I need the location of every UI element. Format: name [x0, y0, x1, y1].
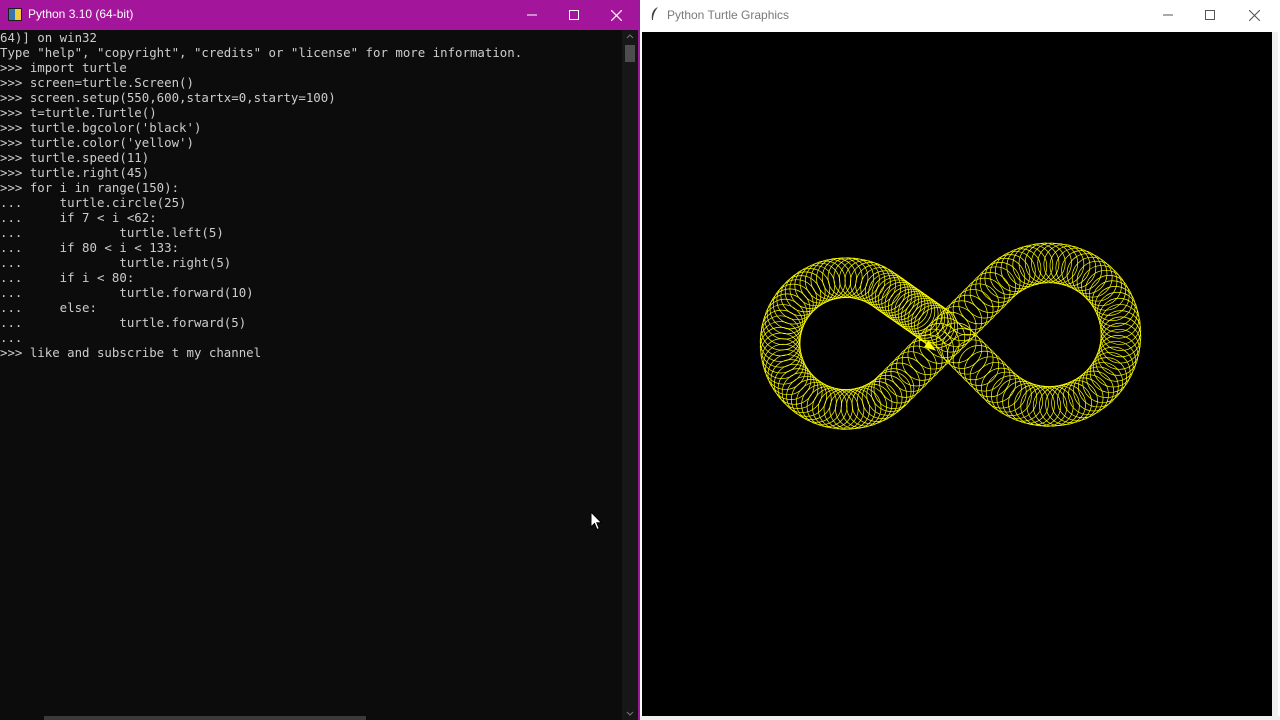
console-line: ... turtle.forward(5) [0, 315, 247, 330]
horizontal-scrollbar-thumb[interactable] [44, 716, 366, 720]
turtle-circle-stroke [896, 345, 937, 387]
turtle-scrollbar[interactable] [1272, 32, 1278, 716]
turtle-minimize-button[interactable] [1146, 0, 1190, 30]
console-line: >>> screen.setup(550,600,startx=0,starty… [0, 90, 336, 105]
turtle-circle-stroke [855, 264, 896, 306]
maximize-icon [1205, 10, 1215, 20]
minimize-icon [1163, 14, 1173, 16]
scrollbar-thumb[interactable] [625, 45, 635, 62]
turtle-title: Python Turtle Graphics [667, 8, 790, 22]
console-line: ... if 80 < i < 133: [0, 240, 180, 255]
console-scrollbar[interactable] [622, 30, 638, 720]
console-titlebar[interactable]: Python 3.10 (64-bit) [0, 0, 638, 30]
console-line: >>> for i in range(150): [0, 180, 180, 195]
console-line: >>> t=turtle.Turtle() [0, 105, 157, 120]
turtle-bottom-border [640, 716, 1280, 720]
chevron-down-icon[interactable] [625, 708, 635, 718]
console-line: Type "help", "copyright", "credits" or "… [0, 45, 523, 60]
close-icon [610, 9, 622, 21]
console-line: >>> turtle.right(45) [0, 165, 150, 180]
turtle-circle-stroke [985, 371, 1027, 413]
chevron-up-icon[interactable] [625, 32, 635, 42]
console-title: Python 3.10 (64-bit) [28, 7, 134, 21]
turtle-circle-stroke [890, 351, 932, 393]
turtle-titlebar[interactable]: Python Turtle Graphics [640, 0, 1280, 31]
feather-icon [651, 7, 658, 20]
console-line: 64)] on win32 [0, 30, 97, 45]
console-line: >>> screen=turtle.Screen() [0, 75, 194, 90]
console-line: ... turtle.right(5) [0, 255, 232, 270]
python-icon [8, 8, 22, 21]
minimize-icon [527, 14, 537, 16]
turtle-maximize-button[interactable] [1188, 0, 1232, 30]
console-window[interactable]: Python 3.10 (64-bit) 64)] on win32 Type "… [0, 0, 640, 720]
maximize-icon [569, 10, 579, 20]
console-line: >>> like and subscribe t my channel [0, 345, 262, 360]
console-lines: 64)] on win32 Type "help", "copyright", "… [0, 30, 622, 360]
console-output[interactable]: 64)] on win32 Type "help", "copyright", "… [0, 30, 622, 720]
infinity-spirograph-drawing [759, 242, 1142, 430]
turtle-canvas [642, 32, 1272, 716]
mouse-pointer-icon [590, 511, 603, 531]
console-line: >>> turtle.speed(11) [0, 150, 150, 165]
console-line: ... [0, 330, 23, 345]
turtle-graphics-window[interactable]: Python Turtle Graphics [640, 0, 1280, 720]
console-line: >>> turtle.bgcolor('black') [0, 120, 202, 135]
console-line: ... turtle.forward(10) [0, 285, 254, 300]
close-icon [1248, 9, 1260, 21]
console-line: ... turtle.left(5) [0, 225, 224, 240]
turtle-circle-stroke [1071, 256, 1113, 298]
turtle-circle-stroke [964, 350, 1005, 392]
console-line: >>> turtle.color('yellow') [0, 135, 194, 150]
turtle-close-button[interactable] [1232, 0, 1276, 30]
turtle-circle-stroke [781, 372, 823, 414]
console-line: ... if 7 < i <62: [0, 210, 157, 225]
turtle-circle-stroke [958, 345, 1000, 386]
turtle-circle-stroke [1086, 357, 1127, 398]
console-line: ... else: [0, 300, 97, 315]
console-line: >>> import turtle [0, 60, 127, 75]
console-line: ... turtle.circle(25) [0, 195, 187, 210]
console-maximize-button[interactable] [552, 0, 596, 30]
console-close-button[interactable] [594, 0, 638, 30]
console-line: ... if i < 80: [0, 270, 135, 285]
turtle-circle-stroke [776, 279, 818, 321]
turtle-circle-stroke [879, 362, 920, 404]
console-minimize-button[interactable] [510, 0, 554, 30]
